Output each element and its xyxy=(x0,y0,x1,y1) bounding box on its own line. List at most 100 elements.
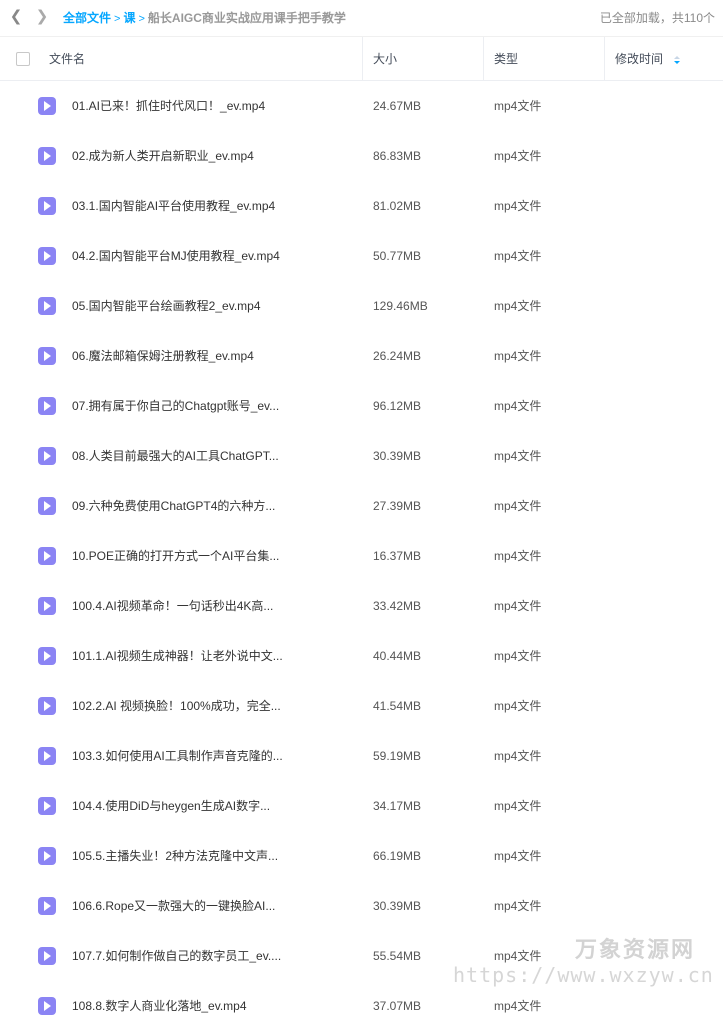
file-type: mp4文件 xyxy=(494,249,542,263)
file-name[interactable]: 102.2.AI 视频换脸！100%成功，完全... xyxy=(72,698,281,714)
file-name[interactable]: 07.拥有属于你自己的Chatgpt账号_ev... xyxy=(72,398,279,414)
file-type: mp4文件 xyxy=(494,599,542,613)
file-name[interactable]: 02.成为新人类开启新职业_ev.mp4 xyxy=(72,148,254,164)
file-type: mp4文件 xyxy=(494,299,542,313)
video-file-icon xyxy=(38,797,56,815)
file-name[interactable]: 04.2.国内智能平台MJ使用教程_ev.mp4 xyxy=(72,248,280,264)
table-row[interactable]: 106.6.Rope又一款强大的一键换脸AI... 30.39MB mp4文件 xyxy=(0,881,723,931)
file-type: mp4文件 xyxy=(494,349,542,363)
table-row[interactable]: 09.六种免费使用ChatGPT4的六种方... 27.39MB mp4文件 xyxy=(0,481,723,531)
file-type: mp4文件 xyxy=(494,949,542,963)
table-row[interactable]: 100.4.AI视频革命！一句话秒出4K高... 33.42MB mp4文件 xyxy=(0,581,723,631)
table-row[interactable]: 01.AI已来！抓住时代风口！_ev.mp4 24.67MB mp4文件 xyxy=(0,81,723,131)
file-name[interactable]: 05.国内智能平台绘画教程2_ev.mp4 xyxy=(72,298,261,314)
video-file-icon xyxy=(38,197,56,215)
file-type: mp4文件 xyxy=(494,899,542,913)
video-file-icon xyxy=(38,147,56,165)
table-row[interactable]: 101.1.AI视频生成神器！让老外说中文... 40.44MB mp4文件 xyxy=(0,631,723,681)
table-row[interactable]: 102.2.AI 视频换脸！100%成功，完全... 41.54MB mp4文件 xyxy=(0,681,723,731)
table-row[interactable]: 10.POE正确的打开方式一个AI平台集... 16.37MB mp4文件 xyxy=(0,531,723,581)
file-size: 129.46MB xyxy=(373,299,428,313)
video-file-icon xyxy=(38,747,56,765)
column-header-size[interactable]: 大小 xyxy=(373,51,397,67)
breadcrumb-root[interactable]: 全部文件 xyxy=(63,11,111,25)
file-name[interactable]: 107.7.如何制作做自己的数字员工_ev.... xyxy=(72,948,281,964)
file-name[interactable]: 104.4.使用DiD与heygen生成AI数字... xyxy=(72,798,270,814)
file-name[interactable]: 101.1.AI视频生成神器！让老外说中文... xyxy=(72,648,283,664)
chevron-left-icon[interactable]: ❮ xyxy=(8,9,24,25)
file-size: 16.37MB xyxy=(373,549,422,563)
file-name[interactable]: 106.6.Rope又一款强大的一键换脸AI... xyxy=(72,898,275,914)
column-header-type[interactable]: 类型 xyxy=(494,51,518,67)
table-row[interactable]: 05.国内智能平台绘画教程2_ev.mp4 129.46MB mp4文件 xyxy=(0,281,723,331)
breadcrumb-current: 船长AIGC商业实战应用课手把手教学 xyxy=(147,11,346,25)
video-file-icon xyxy=(38,547,56,565)
file-size: 41.54MB xyxy=(373,699,422,713)
video-file-icon xyxy=(38,247,56,265)
file-name[interactable]: 09.六种免费使用ChatGPT4的六种方... xyxy=(72,498,275,514)
file-type: mp4文件 xyxy=(494,199,542,213)
video-file-icon xyxy=(38,397,56,415)
file-size: 33.42MB xyxy=(373,599,422,613)
file-type: mp4文件 xyxy=(494,499,542,513)
watermark-text: 万象资源网 xyxy=(575,937,696,962)
table-row[interactable]: 03.1.国内智能AI平台使用教程_ev.mp4 81.02MB mp4文件 xyxy=(0,181,723,231)
table-row[interactable]: 07.拥有属于你自己的Chatgpt账号_ev... 96.12MB mp4文件 xyxy=(0,381,723,431)
table-row[interactable]: 04.2.国内智能平台MJ使用教程_ev.mp4 50.77MB mp4文件 xyxy=(0,231,723,281)
chevron-right-icon[interactable]: ❯ xyxy=(34,9,50,25)
file-type: mp4文件 xyxy=(494,549,542,563)
file-size: 50.77MB xyxy=(373,249,422,263)
video-file-icon xyxy=(38,297,56,315)
file-size: 37.07MB xyxy=(373,999,422,1013)
file-size: 30.39MB xyxy=(373,449,422,463)
file-type: mp4文件 xyxy=(494,699,542,713)
file-type: mp4文件 xyxy=(494,99,542,113)
column-divider[interactable] xyxy=(604,37,605,80)
table-row[interactable]: 08.人类目前最强大的AI工具ChatGPT... 30.39MB mp4文件 xyxy=(0,431,723,481)
column-divider[interactable] xyxy=(483,37,484,80)
column-divider[interactable] xyxy=(362,37,363,80)
file-type: mp4文件 xyxy=(494,399,542,413)
file-name[interactable]: 06.魔法邮箱保姆注册教程_ev.mp4 xyxy=(72,348,254,364)
select-all-checkbox[interactable] xyxy=(16,52,30,66)
file-name[interactable]: 105.5.主播失业！2种方法克隆中文声... xyxy=(72,848,278,864)
file-name[interactable]: 108.8.数字人商业化落地_ev.mp4 xyxy=(72,998,247,1014)
file-type: mp4文件 xyxy=(494,449,542,463)
video-file-icon xyxy=(38,497,56,515)
breadcrumb-level1[interactable]: 课 xyxy=(123,11,135,25)
table-row[interactable]: 103.3.如何使用AI工具制作声音克隆的... 59.19MB mp4文件 xyxy=(0,731,723,781)
breadcrumb-separator-icon: > xyxy=(138,13,145,25)
file-type: mp4文件 xyxy=(494,149,542,163)
file-size: 86.83MB xyxy=(373,149,422,163)
file-name[interactable]: 100.4.AI视频革命！一句话秒出4K高... xyxy=(72,598,273,614)
table-row[interactable]: 104.4.使用DiD与heygen生成AI数字... 34.17MB mp4文件 xyxy=(0,781,723,831)
file-size: 26.24MB xyxy=(373,349,422,363)
file-size: 66.19MB xyxy=(373,849,422,863)
file-type: mp4文件 xyxy=(494,749,542,763)
file-name[interactable]: 08.人类目前最强大的AI工具ChatGPT... xyxy=(72,448,279,464)
file-type: mp4文件 xyxy=(494,849,542,863)
file-name[interactable]: 103.3.如何使用AI工具制作声音克隆的... xyxy=(72,748,283,764)
watermark-url: https://www.wxzyw.cn xyxy=(453,963,714,987)
file-size: 24.67MB xyxy=(373,99,422,113)
file-name[interactable]: 01.AI已来！抓住时代风口！_ev.mp4 xyxy=(72,98,265,114)
sort-desc-icon[interactable] xyxy=(673,55,681,65)
video-file-icon xyxy=(38,997,56,1015)
file-name[interactable]: 03.1.国内智能AI平台使用教程_ev.mp4 xyxy=(72,198,275,214)
column-header-name[interactable]: 文件名 xyxy=(49,51,85,67)
table-row[interactable]: 02.成为新人类开启新职业_ev.mp4 86.83MB mp4文件 xyxy=(0,131,723,181)
file-name[interactable]: 10.POE正确的打开方式一个AI平台集... xyxy=(72,548,279,564)
video-file-icon xyxy=(38,947,56,965)
file-size: 34.17MB xyxy=(373,799,422,813)
file-size: 81.02MB xyxy=(373,199,422,213)
file-size: 59.19MB xyxy=(373,749,422,763)
table-row[interactable]: 105.5.主播失业！2种方法克隆中文声... 66.19MB mp4文件 xyxy=(0,831,723,881)
video-file-icon xyxy=(38,847,56,865)
breadcrumb-separator-icon: > xyxy=(114,13,121,25)
table-row[interactable]: 06.魔法邮箱保姆注册教程_ev.mp4 26.24MB mp4文件 xyxy=(0,331,723,381)
column-header-modified[interactable]: 修改时间 xyxy=(615,51,663,67)
file-type: mp4文件 xyxy=(494,799,542,813)
file-list: 01.AI已来！抓住时代风口！_ev.mp4 24.67MB mp4文件 02.成为新… xyxy=(0,81,723,1031)
table-row[interactable]: 108.8.数字人商业化落地_ev.mp4 37.07MB mp4文件 xyxy=(0,981,723,1031)
video-file-icon xyxy=(38,347,56,365)
